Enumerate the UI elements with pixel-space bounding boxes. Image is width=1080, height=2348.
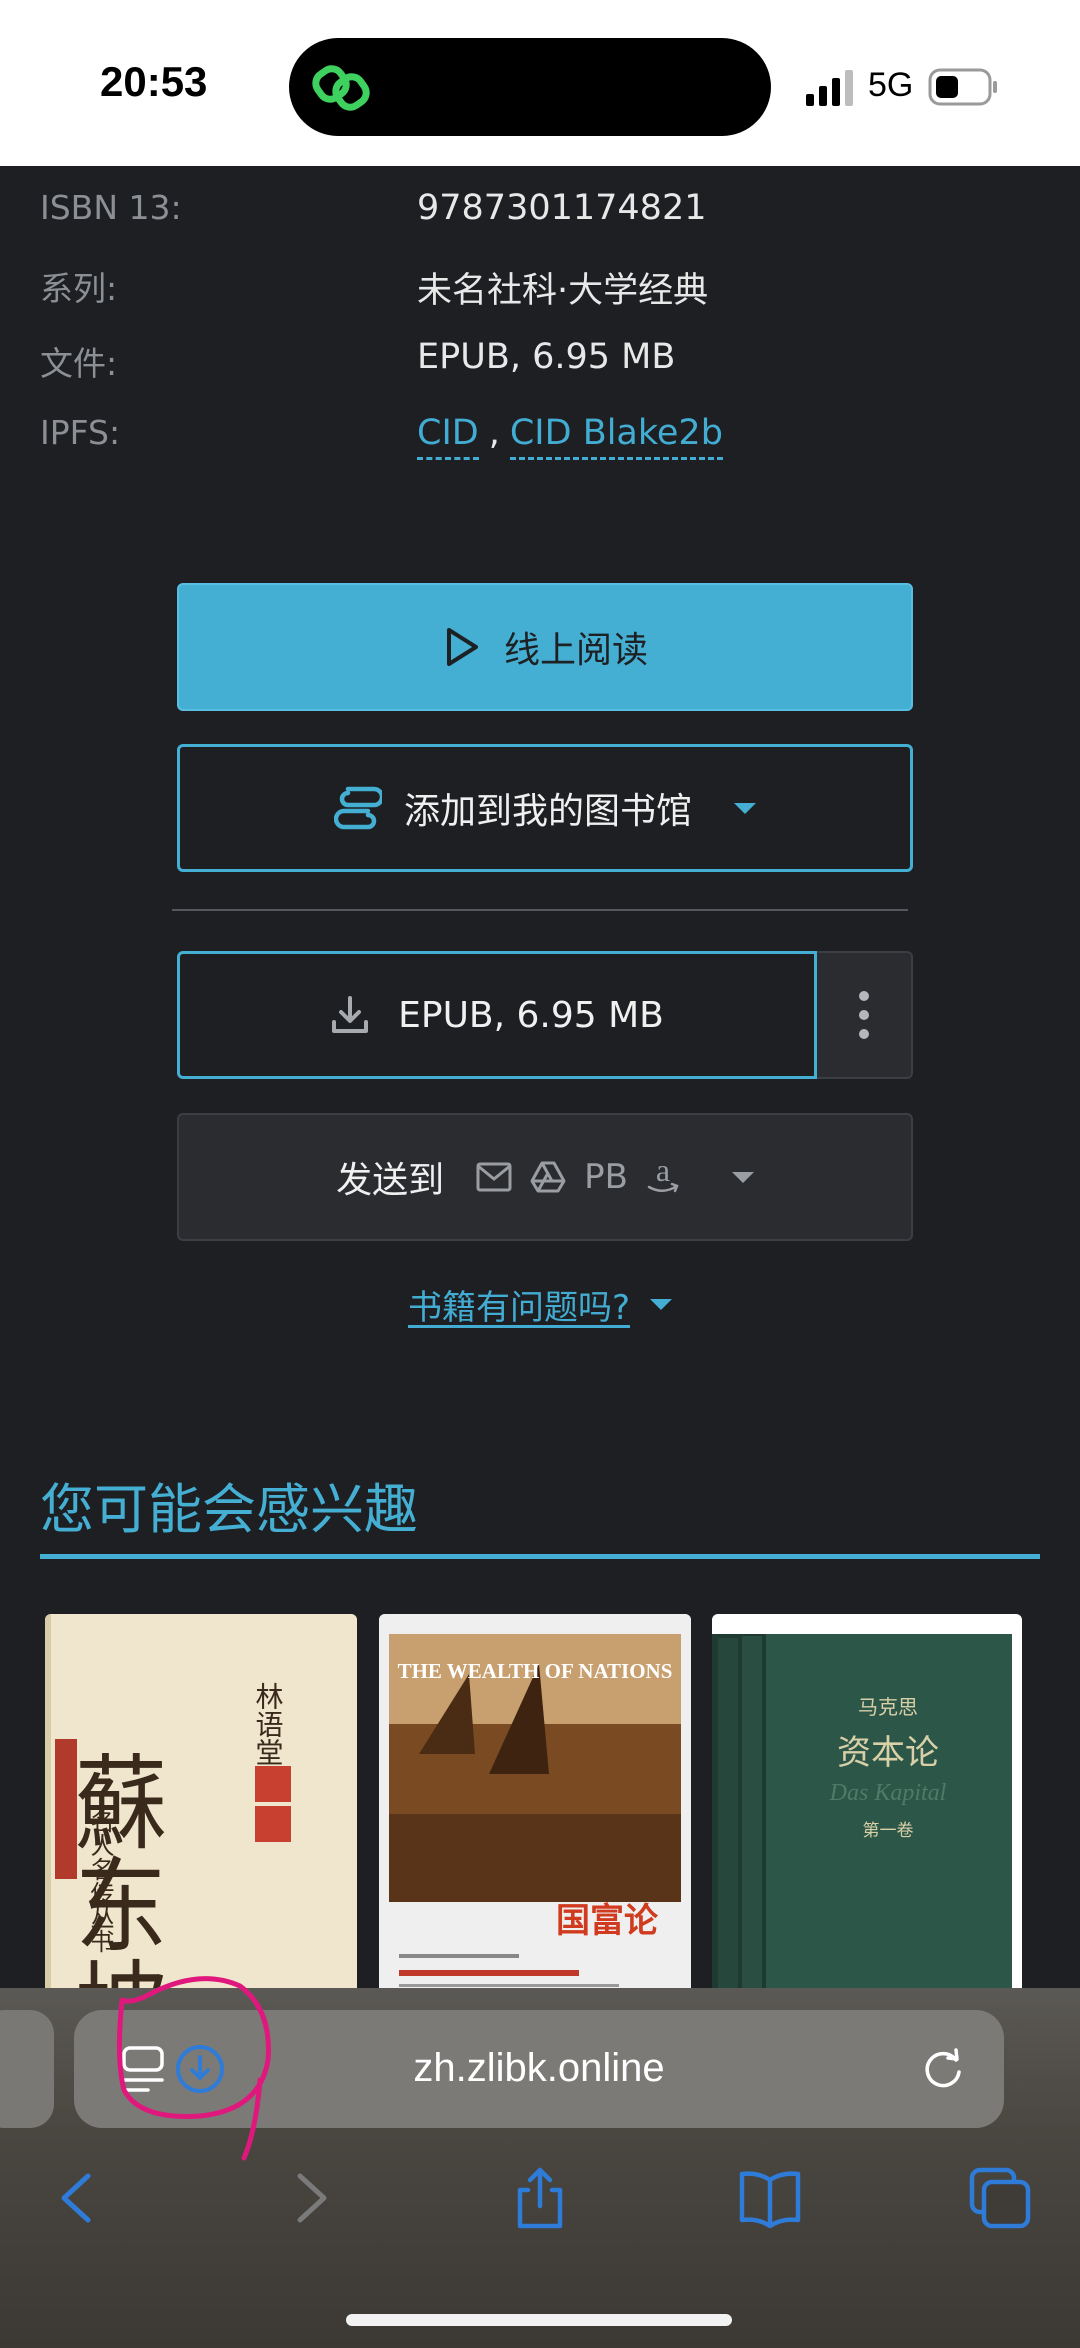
- app-chain-link-icon: [312, 65, 370, 111]
- tabs-icon[interactable]: [968, 2166, 1032, 2230]
- previous-tab-peek[interactable]: [0, 2010, 54, 2128]
- chevron-down-icon: [650, 1299, 673, 1310]
- book-2-cover-english-title: THE WEALTH OF NATIONS: [398, 1659, 673, 1683]
- detail-value: EPUB, 6.95 MB: [417, 337, 676, 377]
- ipfs-separator: ,: [488, 413, 500, 453]
- more-options-button[interactable]: [817, 951, 913, 1079]
- recommended-book-2[interactable]: THE WEALTH OF NATIONS 国富论: [379, 1614, 691, 2004]
- book-problem-label: 书籍有问题吗?: [407, 1288, 631, 1328]
- dynamic-island: [289, 38, 771, 136]
- download-icon: [332, 996, 369, 1033]
- back-icon[interactable]: [46, 2166, 110, 2230]
- svg-text:a: a: [656, 1157, 670, 1188]
- book-1-cover-series: 名人名传丛书: [86, 1809, 114, 1953]
- ipfs-cid-link[interactable]: CID: [417, 413, 479, 460]
- status-time: 20:53: [100, 58, 208, 105]
- more-vertical-icon: [859, 991, 869, 1039]
- book-cover-image: 马克思 资本论 Das Kapital 第一卷: [712, 1614, 1022, 2004]
- book-cover-image: 蘇东坡 林语堂 名人名传丛书: [45, 1614, 357, 2004]
- detail-label: IPFS:: [40, 413, 121, 452]
- book-3-cover-title: 资本论: [837, 1733, 939, 1773]
- detail-value: 9787301174821: [417, 188, 707, 228]
- detail-label: ISBN 13:: [40, 188, 182, 227]
- play-icon: [446, 628, 478, 666]
- battery-icon: [928, 68, 997, 106]
- email-icon: [476, 1162, 512, 1192]
- download-label: EPUB, 6.95 MB: [398, 994, 664, 1036]
- share-icon[interactable]: [508, 2166, 572, 2230]
- read-online-button[interactable]: 线上阅读: [177, 583, 913, 711]
- detail-row-isbn: ISBN 13: 9787301174821: [0, 188, 1080, 248]
- book-3-cover-volume: 第一卷: [863, 1821, 914, 1841]
- section-underline: [40, 1554, 1040, 1559]
- bookmarks-icon[interactable]: [738, 2166, 802, 2230]
- add-to-library-label: 添加到我的图书馆: [403, 791, 692, 832]
- recommended-title: 您可能会感兴趣: [40, 1478, 418, 1541]
- read-online-label: 线上阅读: [503, 630, 648, 671]
- detail-row-series: 系列: 未名社科·大学经典: [0, 262, 1080, 322]
- send-to-label: 发送到: [336, 1160, 445, 1201]
- detail-row-file: 文件: EPUB, 6.95 MB: [0, 337, 1080, 397]
- book-problem-link[interactable]: 书籍有问题吗?: [0, 1280, 1080, 1329]
- send-to-button[interactable]: 发送到 PB a: [177, 1113, 913, 1241]
- library-icon: [333, 786, 382, 830]
- chevron-down-icon: [731, 1171, 754, 1183]
- status-bar: 20:53 5G: [0, 0, 1080, 166]
- signal-icon: [806, 70, 853, 106]
- book-3-cover-german-title: Das Kapital: [829, 1780, 947, 1806]
- detail-label: 文件:: [40, 344, 118, 383]
- ipfs-cid-blake2b-link[interactable]: CID Blake2b: [509, 413, 723, 460]
- detail-value: 未名社科·大学经典: [417, 271, 709, 311]
- home-indicator[interactable]: [346, 2314, 732, 2326]
- network-type: 5G: [868, 66, 914, 104]
- pocketbook-icon: PB: [584, 1157, 628, 1197]
- book-3-cover-author: 马克思: [858, 1695, 918, 1719]
- add-to-library-button[interactable]: 添加到我的图书馆: [177, 744, 913, 872]
- detail-value: CID, CID Blake2b: [417, 413, 723, 460]
- divider: [172, 909, 908, 911]
- address-bar[interactable]: zh.zlibk.online: [74, 2010, 1004, 2128]
- reload-icon[interactable]: [920, 2046, 966, 2092]
- amazon-icon: a: [647, 1157, 679, 1193]
- google-drive-icon: [530, 1161, 566, 1193]
- book-2-cover-title: 国富论: [556, 1901, 659, 1941]
- detail-label: 系列:: [40, 269, 118, 308]
- download-button[interactable]: EPUB, 6.95 MB: [177, 951, 817, 1079]
- forward-icon[interactable]: [278, 2166, 342, 2230]
- book-1-cover-author: 林语堂: [252, 1682, 285, 1766]
- chevron-down-icon: [734, 802, 756, 814]
- book-cover-image: THE WEALTH OF NATIONS 国富论: [379, 1614, 691, 2004]
- url-text: zh.zlibk.online: [413, 2046, 665, 2090]
- detail-row-ipfs: IPFS: CID, CID Blake2b: [0, 413, 1080, 473]
- recommended-book-3[interactable]: 马克思 资本论 Das Kapital 第一卷: [712, 1614, 1022, 2004]
- recommended-book-1[interactable]: 蘇东坡 林语堂 名人名传丛书: [45, 1614, 357, 2004]
